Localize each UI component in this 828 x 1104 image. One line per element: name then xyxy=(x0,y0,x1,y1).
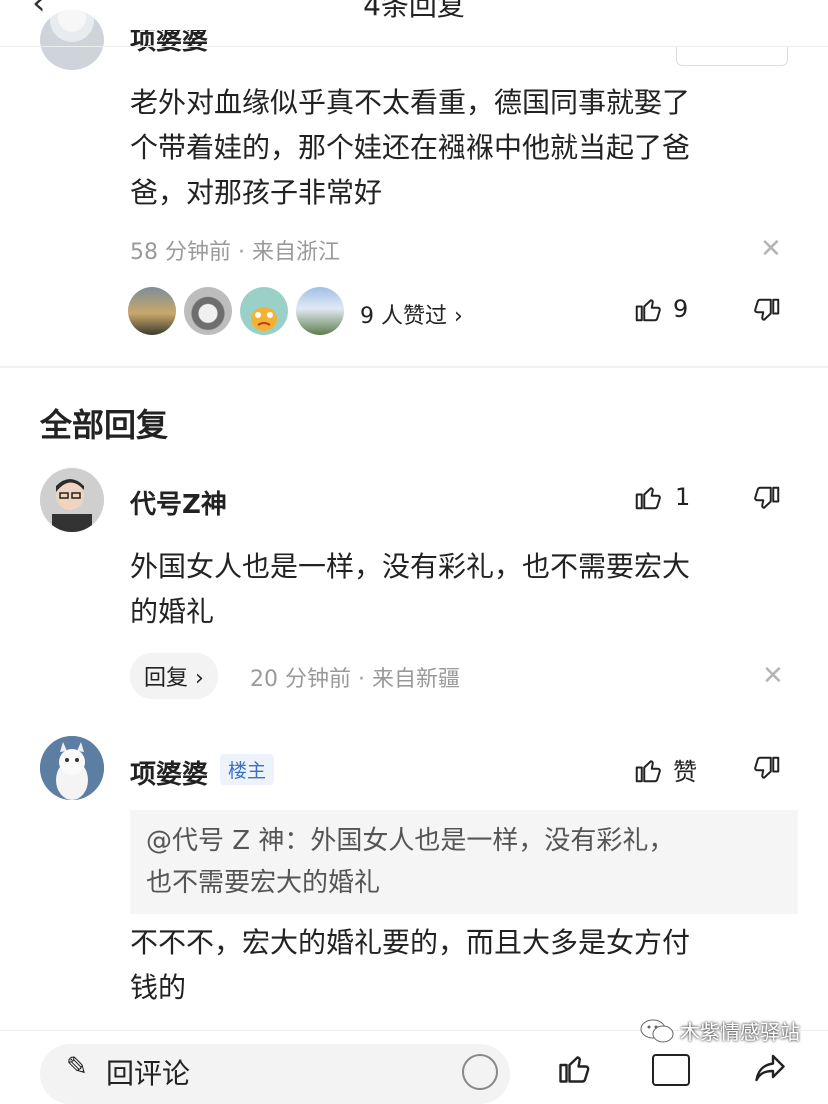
liker-avatar xyxy=(128,287,176,335)
comment-input-placeholder: 回评论 xyxy=(106,1057,191,1090)
like-button[interactable]: 9 xyxy=(633,294,688,324)
share-icon[interactable] xyxy=(752,1050,788,1090)
close-icon[interactable]: ✕ xyxy=(762,661,784,691)
header-divider xyxy=(0,46,828,47)
top-bar: ‹ 4条回复 xyxy=(0,0,828,44)
emoji-icon[interactable] xyxy=(462,1054,498,1090)
liker-avatar xyxy=(240,287,288,335)
comment-icon[interactable] xyxy=(652,1054,690,1086)
reply-button[interactable]: 回复 › xyxy=(130,653,218,699)
pencil-icon: ✎ xyxy=(66,1052,88,1082)
watermark-text: 木紫情感驿站 xyxy=(680,1020,800,1044)
reply-like-button[interactable]: 1 xyxy=(633,482,690,512)
liker-avatar xyxy=(296,287,344,335)
thumbs-up-icon xyxy=(635,759,661,782)
like-label: 赞 xyxy=(673,758,697,786)
main-comment-time: 58 分钟前 · 来自浙江 xyxy=(130,240,340,265)
reply-text: 不不不，宏大的婚礼要的，而且大多是女方付 钱的 xyxy=(130,926,691,1004)
thumbs-up-icon[interactable] xyxy=(556,1050,592,1090)
main-comment-avatar[interactable] xyxy=(40,10,104,70)
page-title: 4条回复 xyxy=(363,0,465,22)
thumbs-up-icon xyxy=(635,487,661,510)
likers-avatars[interactable] xyxy=(128,287,348,335)
reply-avatar[interactable] xyxy=(40,468,104,532)
reply-time: 20 分钟前 · 来自新疆 xyxy=(250,667,460,692)
close-icon[interactable]: ✕ xyxy=(760,234,782,264)
wechat-icon xyxy=(640,1019,674,1042)
op-badge: 楼主 xyxy=(220,754,275,785)
reply-like-button[interactable]: 赞 xyxy=(633,752,697,787)
thumbs-up-icon xyxy=(635,299,661,322)
thumbs-down-icon[interactable] xyxy=(752,754,782,788)
section-title: 全部回复 xyxy=(40,406,169,444)
quoted-comment: @代号 Z 神：外国女人也是一样，没有彩礼， 也不需要宏大的婚礼 xyxy=(130,810,798,914)
thumbs-down-icon[interactable] xyxy=(752,484,782,518)
reply-avatar[interactable] xyxy=(40,736,104,800)
liker-avatar xyxy=(184,287,232,335)
watermark: 木紫情感驿站 xyxy=(640,1016,800,1045)
thumbs-down-icon[interactable] xyxy=(752,296,782,330)
reply-author[interactable]: 代号Z神 xyxy=(130,484,227,521)
like-count: 1 xyxy=(675,483,691,511)
likers-count-link[interactable]: 9 人赞过 › xyxy=(360,298,463,330)
reply-text: 外国女人也是一样，没有彩礼，也不需要宏大 的婚礼 xyxy=(130,550,691,628)
reply-author[interactable]: 项婆婆 xyxy=(130,754,208,791)
like-count: 9 xyxy=(673,295,689,323)
section-divider xyxy=(0,366,828,368)
comment-input[interactable]: ✎ 回评论 xyxy=(40,1044,510,1104)
main-comment-text: 老外对血缘似乎真不太看重，德国同事就娶了 个带着娃的，那个娃还在襁褓中他就当起了… xyxy=(130,86,691,209)
